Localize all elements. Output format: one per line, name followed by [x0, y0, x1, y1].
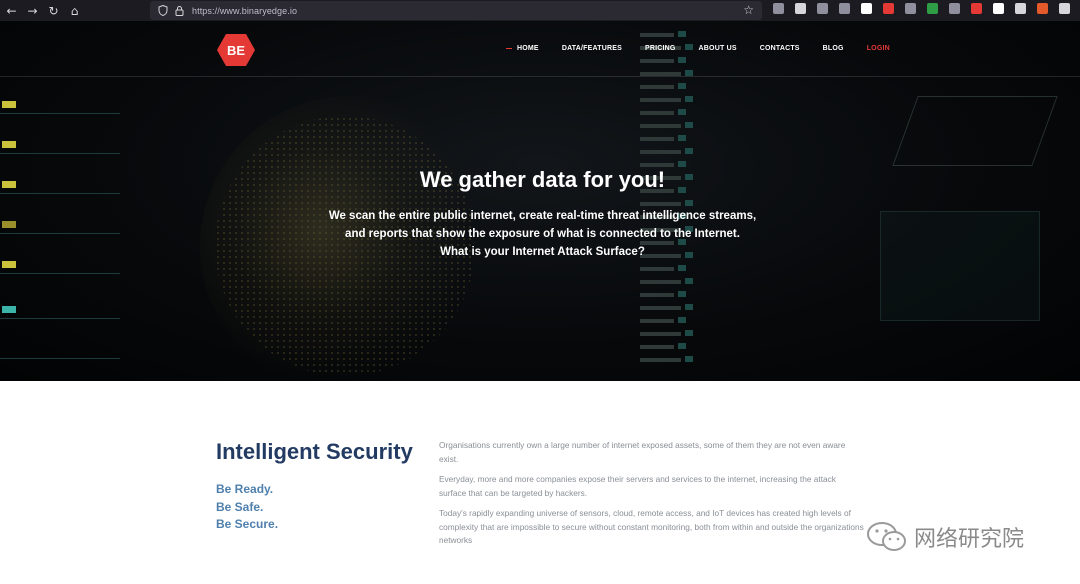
reload-icon[interactable]: ↻	[43, 0, 64, 21]
nav-home[interactable]: HOME	[506, 45, 539, 52]
body-paragraph: Today's rapidly expanding universe of se…	[439, 508, 864, 545]
decorative-row	[640, 57, 730, 70]
decorative-row	[640, 265, 730, 278]
decorative-line	[0, 273, 120, 274]
tagline: Be Ready. Be Safe. Be Secure.	[216, 481, 278, 534]
watermark-text: 网络研究院	[914, 526, 1025, 551]
back-arrow-icon[interactable]: ←	[1, 0, 22, 21]
decorative-row	[640, 356, 730, 369]
tagline-line: Be Safe.	[216, 499, 264, 514]
decorative-row	[640, 109, 730, 122]
intelligent-security-section: Intelligent Security Be Ready. Be Safe. …	[0, 381, 1080, 584]
browser-extension-icon[interactable]	[905, 3, 916, 14]
decorative-line	[0, 358, 120, 359]
background-data-panel	[0, 21, 125, 381]
browser-extension-icon[interactable]	[927, 3, 938, 14]
url-text[interactable]: https://www.binaryedge.io	[192, 6, 297, 16]
decorative-row	[2, 261, 19, 271]
decorative-chip	[2, 141, 16, 148]
decorative-row	[640, 278, 730, 291]
nav-about-us[interactable]: ABOUT US	[699, 45, 737, 52]
browser-extension-icon[interactable]	[795, 3, 806, 14]
logo-text: BE	[227, 43, 245, 58]
browser-extension-icon[interactable]	[1059, 3, 1070, 14]
decorative-row	[2, 306, 19, 316]
tagline-line: Be Ready.	[216, 482, 274, 496]
wechat-watermark: 网络研究院	[866, 520, 1024, 554]
star-icon[interactable]: ☆	[743, 3, 754, 17]
decorative-row	[640, 330, 730, 343]
site-logo[interactable]: BE	[217, 33, 255, 67]
decorative-row	[640, 135, 730, 148]
extension-icons	[773, 3, 1070, 14]
decorative-row	[640, 96, 730, 109]
browser-extension-icon[interactable]	[949, 3, 960, 14]
decorative-row	[640, 291, 730, 304]
decorative-chip	[2, 261, 16, 268]
decorative-row	[640, 343, 730, 356]
decorative-row	[2, 101, 19, 111]
decorative-row	[640, 31, 730, 44]
nav-blog[interactable]: BLOG	[823, 45, 844, 52]
address-bar[interactable]: https://www.binaryedge.io ☆	[150, 1, 762, 20]
decorative-line	[0, 318, 120, 319]
decorative-chip	[2, 306, 16, 313]
browser-extension-icon[interactable]	[993, 3, 1004, 14]
body-paragraph: Organisations currently own a large numb…	[439, 440, 846, 464]
shield-icon[interactable]	[156, 4, 170, 18]
browser-extension-icon[interactable]	[817, 3, 828, 14]
decorative-line	[0, 113, 120, 114]
main-nav: HOME DATA/FEATURES PRICING ABOUT US CONT…	[506, 45, 890, 52]
nav-data-features[interactable]: DATA/FEATURES	[562, 45, 622, 52]
decorative-row	[640, 317, 730, 330]
nav-contacts[interactable]: CONTACTS	[760, 45, 800, 52]
nav-divider	[0, 76, 1080, 77]
decorative-chip	[2, 101, 16, 108]
decorative-row	[640, 148, 730, 161]
nav-login[interactable]: LOGIN	[867, 45, 890, 52]
hero-line: We scan the entire public internet, crea…	[328, 210, 757, 222]
background-ip-list	[640, 31, 730, 381]
hero-line: and reports that show the exposure of wh…	[345, 228, 740, 240]
decorative-line	[0, 153, 120, 154]
wireframe-graphic	[892, 96, 1058, 166]
hero-title: We gather data for you!	[419, 167, 666, 192]
forward-arrow-icon[interactable]: →	[22, 0, 43, 21]
decorative-row	[640, 122, 730, 135]
decorative-row	[2, 141, 19, 151]
hero-line: What is your Internet Attack Surface?	[440, 246, 645, 258]
lock-icon[interactable]	[172, 4, 186, 18]
browser-extension-icon[interactable]	[1037, 3, 1048, 14]
browser-extension-icon[interactable]	[773, 3, 784, 14]
tagline-line: Be Secure.	[216, 517, 279, 531]
browser-extension-icon[interactable]	[839, 3, 850, 14]
wechat-icon	[867, 522, 906, 551]
section-body: Organisations currently own a large numb…	[439, 439, 864, 555]
browser-toolbar: ← → ↻ ⌂ https://www.binaryedge.io ☆	[0, 0, 1080, 21]
hero-section: BE HOME DATA/FEATURES PRICING ABOUT US C…	[0, 21, 1080, 381]
browser-extension-icon[interactable]	[861, 3, 872, 14]
browser-extension-icon[interactable]	[971, 3, 982, 14]
nav-pricing[interactable]: PRICING	[645, 45, 676, 52]
decorative-line	[0, 193, 120, 194]
browser-extension-icon[interactable]	[1015, 3, 1026, 14]
decorative-row	[640, 83, 730, 96]
section-heading: Intelligent Security	[216, 439, 413, 464]
browser-extension-icon[interactable]	[883, 3, 894, 14]
decorative-row	[640, 304, 730, 317]
hero-description: We scan the entire public internet, crea…	[0, 207, 1080, 261]
body-paragraph: Everyday, more and more companies expose…	[439, 474, 836, 498]
home-icon[interactable]: ⌂	[64, 0, 85, 21]
